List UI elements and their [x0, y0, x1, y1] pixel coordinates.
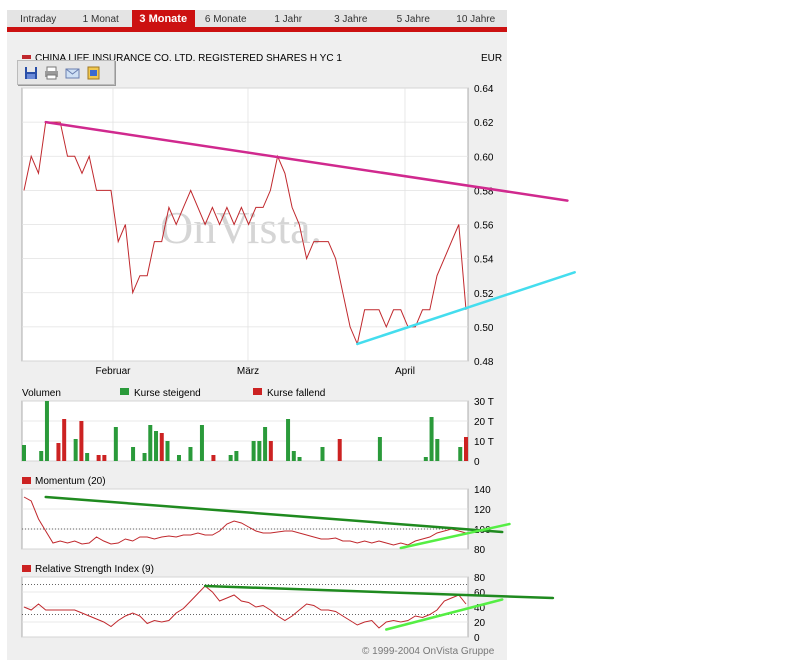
volume-bar: [113, 427, 118, 461]
x-tick-label: April: [395, 366, 415, 377]
price-y-tick-label: 0.56: [474, 221, 494, 232]
volume-bar: [56, 443, 61, 461]
volume-bar: [257, 441, 262, 461]
rsi-y-tick-label: 0: [474, 633, 480, 644]
price-y-tick-label: 0.60: [474, 152, 494, 163]
volume-bar: [73, 439, 78, 461]
volume-bar: [148, 425, 153, 461]
price-legend-swatch: [22, 55, 31, 59]
price-y-tick-label: 0.54: [474, 255, 494, 266]
rsi-y-tick-label: 20: [474, 618, 486, 629]
volume-y-tick-label: 30 T: [474, 397, 494, 408]
down-legend-swatch: [253, 388, 262, 395]
volume-bar: [337, 439, 342, 461]
volume-bar: [79, 421, 84, 461]
save-icon[interactable]: [22, 64, 39, 81]
volume-bar: [154, 431, 159, 461]
price-y-tick-label: 0.62: [474, 118, 494, 129]
rsi-y-tick-label: 80: [474, 573, 486, 584]
volume-bar: [263, 427, 268, 461]
volume-bar: [228, 455, 233, 461]
watermark: OnVista.: [160, 202, 322, 253]
volume-y-tick-label: 10 T: [474, 437, 494, 448]
volume-bar: [44, 401, 49, 461]
volume-bar: [286, 419, 291, 461]
volume-title: Volumen: [22, 388, 61, 399]
volume-bar: [429, 417, 434, 461]
volume-bar: [96, 455, 101, 461]
copyright: © 1999-2004 OnVista Gruppe: [362, 646, 495, 657]
momentum-title: Momentum (20): [35, 476, 106, 487]
rsi-title: Relative Strength Index (9): [35, 564, 154, 575]
volume-bar: [435, 439, 440, 461]
volume-bar: [85, 453, 90, 461]
volume-bar: [297, 457, 302, 461]
volume-bar: [199, 425, 204, 461]
x-tick-label: Februar: [95, 366, 131, 377]
momentum-y-tick-label: 120: [474, 505, 491, 516]
volume-bar: [291, 451, 296, 461]
volume-y-tick-label: 0: [474, 457, 480, 468]
momentum-legend-swatch: [22, 477, 31, 484]
price-y-tick-label: 0.52: [474, 289, 494, 300]
volume-bar: [165, 441, 170, 461]
volume-bar: [176, 455, 181, 461]
volume-bar: [62, 419, 67, 461]
price-y-tick-label: 0.50: [474, 323, 494, 334]
volume-bar: [131, 447, 136, 461]
down-legend-label: Kurse fallend: [267, 388, 325, 399]
volume-bar: [102, 455, 107, 461]
volume-bar: [188, 447, 193, 461]
volume-bar: [423, 457, 428, 461]
momentum-y-tick-label: 80: [474, 545, 486, 556]
volume-bar: [234, 451, 239, 461]
price-y-tick-label: 0.64: [474, 84, 494, 95]
volume-bar: [377, 437, 382, 461]
momentum-y-tick-label: 140: [474, 485, 491, 496]
volume-bar: [159, 433, 164, 461]
email-icon[interactable]: [64, 64, 81, 81]
currency-label: EUR: [481, 53, 502, 64]
print-icon[interactable]: [43, 64, 60, 81]
x-tick-label: März: [237, 366, 259, 377]
volume-bar: [251, 441, 256, 461]
volume-bar: [268, 441, 273, 461]
export-icon[interactable]: [85, 64, 102, 81]
chart-toolbar: [17, 60, 115, 85]
momentum-plot-area: [21, 488, 469, 550]
volume-bar: [458, 447, 463, 461]
volume-plot-area: [21, 400, 469, 462]
rsi-y-tick-label: 60: [474, 588, 486, 599]
price-y-tick-label: 0.48: [474, 357, 494, 368]
up-legend-label: Kurse steigend: [134, 388, 201, 399]
volume-bar: [464, 437, 468, 461]
up-legend-swatch: [120, 388, 129, 395]
volume-y-tick-label: 20 T: [474, 417, 494, 428]
volume-bar: [320, 447, 325, 461]
volume-bar: [211, 455, 216, 461]
volume-bar: [142, 453, 147, 461]
chart-svg: CHINA LIFE INSURANCE CO. LTD. REGISTERED…: [21, 53, 576, 644]
volume-bar: [39, 451, 44, 461]
rsi-legend-swatch: [22, 565, 31, 572]
volume-bar: [22, 445, 26, 461]
